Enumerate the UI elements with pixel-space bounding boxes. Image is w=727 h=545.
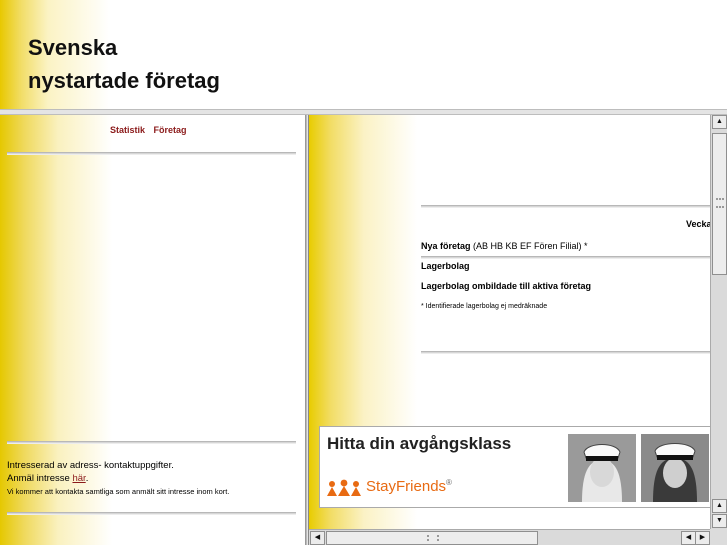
contact-line2-suffix: . [85, 473, 89, 484]
divider [7, 512, 296, 515]
left-frame: Statistik Företag Intresserad av adress-… [0, 115, 306, 545]
site-title: Svenska nystartade företag [28, 31, 220, 97]
divider [421, 351, 713, 354]
ad-brand: StayFriends® [366, 478, 452, 495]
contact-note: Vi kommer att kontakta samtliga som anmä… [7, 487, 230, 496]
ad-photo-student-2 [641, 434, 709, 502]
contact-info: Intresserad av adress- kontaktuppgifter.… [7, 459, 297, 498]
left-nav: Statistik Företag [110, 125, 193, 135]
scroll-left-icon[interactable]: ◀ [310, 531, 325, 545]
contact-line2-prefix: Anmäl intresse [7, 473, 73, 484]
grip-icon [716, 198, 724, 208]
contact-line2: Anmäl intresse här. [7, 472, 297, 485]
scroll-right-icon[interactable]: ▶ [695, 531, 710, 545]
stat-row-lagerbolag-converted: Lagerbolag ombildade till aktiva företag [421, 281, 592, 291]
stats-footnote: * Identifierade lagerbolag ej medräknade [421, 303, 548, 310]
ad-brand-mark: ® [446, 478, 452, 487]
nav-link-statistik[interactable]: Statistik [110, 125, 145, 135]
stat-new-types: (AB HB KB EF Fören Filial) * [470, 241, 588, 251]
week-label: Vecka [686, 219, 712, 229]
divider [7, 152, 296, 155]
stat-new-label: Nya företag [421, 241, 471, 251]
divider [7, 441, 296, 444]
ad-banner[interactable]: Hitta din avgångsklass StayFriends® [319, 426, 713, 508]
stat-row-new: Nya företag (AB HB KB EF Fören Filial) * [421, 241, 588, 251]
scroll-up-icon[interactable]: ▲ [712, 499, 727, 513]
scroll-down-icon[interactable]: ▼ [712, 514, 727, 528]
contact-line1: Intresserad av adress- kontaktuppgifter. [7, 460, 174, 471]
stat-row-lagerbolag: Lagerbolag [421, 261, 470, 271]
divider [421, 205, 713, 208]
site-title-line2: nystartade företag [28, 68, 220, 93]
scrollbar-corner [710, 529, 727, 545]
scroll-up-icon[interactable]: ▲ [712, 115, 727, 129]
stayfriends-people-icon [327, 479, 361, 496]
horizontal-scroll-thumb[interactable] [326, 531, 538, 545]
divider [421, 256, 713, 259]
grip-icon [427, 535, 439, 541]
vertical-scrollbar[interactable]: ▲ ▲ ▼ [710, 115, 727, 529]
vertical-scroll-thumb[interactable] [712, 133, 727, 275]
site-header: Svenska nystartade företag [0, 0, 727, 110]
nav-link-foretag[interactable]: Företag [154, 125, 187, 135]
ad-headline: Hitta din avgångsklass [327, 434, 512, 453]
ad-brand-name: StayFriends [366, 478, 447, 495]
site-title-line1: Svenska [28, 35, 118, 60]
register-interest-link[interactable]: här [72, 473, 85, 484]
scroll-left-icon[interactable]: ◀ [681, 531, 696, 545]
ad-photo-student-1 [568, 434, 636, 502]
main-frame: Vecka Nya företag (AB HB KB EF Fören Fil… [309, 115, 727, 545]
horizontal-scrollbar[interactable]: ◀ ◀ ▶ [309, 529, 710, 545]
